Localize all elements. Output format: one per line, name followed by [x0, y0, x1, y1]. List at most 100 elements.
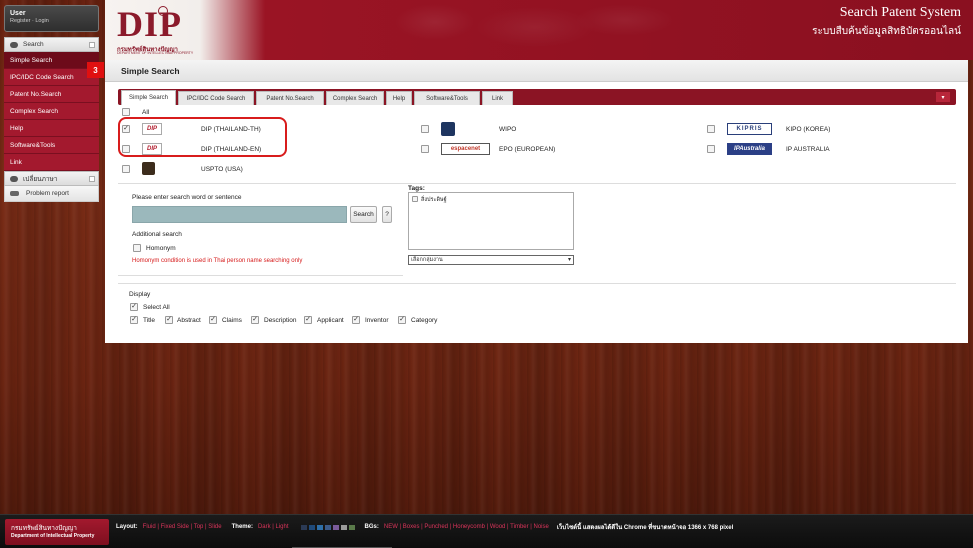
divider [118, 275, 403, 276]
tag-label: สิ่งประดิษฐ์ [421, 197, 447, 203]
sidebar-group-label: Search [23, 41, 44, 48]
search-button[interactable]: Search [350, 206, 377, 223]
color-swatch[interactable] [348, 524, 355, 530]
divider [118, 283, 956, 284]
user-name: User [10, 10, 26, 17]
description-checkbox[interactable]: ✓ [251, 316, 259, 324]
homonym-label: Homonym [146, 245, 176, 252]
tab-help[interactable]: Help [386, 91, 412, 105]
wipo-logo-icon [441, 122, 455, 136]
sidebar-item-problem-report[interactable]: Problem report [4, 186, 99, 202]
world-map-background [355, 2, 685, 58]
all-label: All [142, 109, 150, 116]
sidebar-group-search[interactable]: Search [4, 37, 99, 52]
description-label: Description [264, 317, 297, 324]
user-box: User Register · Login [4, 5, 99, 32]
dip-th-label: DIP (THAILAND-TH) [201, 126, 261, 133]
footer-logo[interactable]: กรมทรัพย์สินทางปัญญา Department of Intel… [5, 519, 109, 545]
select-all-label: Select All [143, 304, 170, 311]
sidebar-group-language[interactable]: เปลี่ยนภาษา [4, 171, 99, 186]
tag-checkbox[interactable] [412, 196, 418, 202]
ipaus-checkbox[interactable] [707, 145, 715, 153]
sidebar-item-help[interactable]: Help [4, 120, 99, 137]
divider [118, 183, 956, 184]
title-checkbox[interactable]: ✓ [130, 316, 138, 324]
sidebar: User Register · Login Search Simple Sear… [4, 5, 99, 202]
all-checkbox[interactable] [122, 108, 130, 116]
dip-logo-icon: DIP [142, 123, 162, 135]
sidebar-item-software-tools[interactable]: Software&Tools [4, 137, 99, 154]
additional-search-label: Additional search [132, 231, 182, 238]
layout-options[interactable]: Fluid | Fixed Side | Top | Slide [143, 524, 222, 530]
browser-note: เว็บไซต์นี้ แสดงผลได้ดีใน Chrome ที่ขนาด… [556, 525, 734, 531]
dip-en-label: DIP (THAILAND-EN) [201, 146, 262, 153]
abstract-checkbox[interactable]: ✓ [165, 316, 173, 324]
kipo-checkbox[interactable] [707, 125, 715, 133]
bgs-options[interactable]: NEW | Boxes | Punched | Honeycomb | Wood… [384, 524, 549, 530]
dip-logo[interactable]: DIP กรมทรัพย์สินทางปัญญา DEPARTMENT OF I… [115, 4, 215, 56]
chevron-down-icon: ▾ [567, 257, 571, 263]
tags-list[interactable]: สิ่งประดิษฐ์ [408, 192, 574, 250]
abstract-label: Abstract [177, 317, 201, 324]
color-swatch[interactable] [332, 524, 339, 530]
uspto-checkbox[interactable] [122, 165, 130, 173]
inventor-checkbox[interactable]: ✓ [352, 316, 360, 324]
sidebar-item-link[interactable]: Link [4, 154, 99, 171]
dip-en-checkbox[interactable] [122, 145, 130, 153]
color-swatch[interactable] [324, 524, 331, 530]
footer-logo-th: กรมทรัพย์สินทางปัญญา [11, 525, 77, 532]
espacenet-logo-icon: espacenet [441, 143, 490, 155]
theme-label: Theme: [231, 524, 253, 530]
sidebar-item-ipc-search[interactable]: IPC/IDC Code Search [4, 69, 99, 86]
ip-australia-logo-icon: IPAustralia [727, 143, 772, 155]
epo-label: EPO (EUROPEAN) [499, 146, 556, 153]
step-number-badge: 3 [87, 62, 104, 78]
sidebar-item-patent-no-search[interactable]: Patent No.Search [4, 86, 99, 103]
wipo-checkbox[interactable] [421, 125, 429, 133]
applicant-label: Applicant [317, 317, 344, 324]
claims-checkbox[interactable]: ✓ [209, 316, 217, 324]
tab-software-tools[interactable]: Software&Tools [414, 91, 480, 105]
collapse-icon[interactable] [89, 42, 95, 48]
tab-bar: Simple Search IPC/IDC Code Search Patent… [118, 89, 956, 105]
tab-menu-dropdown-icon[interactable]: ▾ [936, 92, 950, 102]
search-input[interactable] [132, 206, 347, 223]
inventor-label: Inventor [365, 317, 389, 324]
homonym-note: Homonym condition is used in Thai person… [132, 258, 303, 264]
tab-link[interactable]: Link [482, 91, 513, 105]
footer: กรมทรัพย์สินทางปัญญา Department of Intel… [0, 514, 973, 548]
title-label: Title [143, 317, 156, 324]
select-all-checkbox[interactable]: ✓ [130, 303, 138, 311]
tab-simple-search[interactable]: Simple Search [121, 90, 176, 105]
uspto-label: USPTO (USA) [201, 166, 243, 173]
color-swatch[interactable] [340, 524, 347, 530]
applicant-checkbox[interactable]: ✓ [304, 316, 312, 324]
collapse-icon[interactable] [89, 176, 95, 182]
tags-label: Tags: [408, 185, 425, 192]
color-swatch[interactable] [316, 524, 323, 530]
claims-label: Claims [222, 317, 242, 324]
ipaus-label: IP AUSTRALIA [786, 146, 830, 153]
footer-settings-bar: Layout: Fluid | Fixed Side | Top | Slide… [116, 522, 733, 532]
work-group-select[interactable]: เลือกกลุ่มงาน ▾ [408, 255, 574, 265]
site-header: DIP กรมทรัพย์สินทางปัญญา DEPARTMENT OF I… [105, 0, 973, 60]
help-button[interactable]: ? [382, 206, 392, 223]
sidebar-item-simple-search[interactable]: Simple Search [4, 52, 99, 69]
tab-patent-no-search[interactable]: Patent No.Search [256, 91, 324, 105]
theme-options[interactable]: Dark | Light [258, 524, 289, 530]
category-checkbox[interactable]: ✓ [398, 316, 406, 324]
color-swatch[interactable] [300, 524, 307, 530]
uspto-seal-icon [142, 162, 155, 175]
tab-ipc-search[interactable]: IPC/IDC Code Search [178, 91, 254, 105]
epo-checkbox[interactable] [421, 145, 429, 153]
sidebar-item-complex-search[interactable]: Complex Search [4, 103, 99, 120]
color-swatch[interactable] [308, 524, 315, 530]
dip-th-checkbox[interactable]: ✓ [122, 125, 130, 133]
user-links[interactable]: Register · Login [10, 18, 93, 24]
homonym-checkbox[interactable] [133, 244, 141, 252]
select-value: เลือกกลุ่มงาน [411, 257, 443, 263]
bgs-label: BGs: [364, 524, 379, 530]
footer-logo-en: Department of Intellectual Property [11, 533, 95, 539]
tab-complex-search[interactable]: Complex Search [326, 91, 384, 105]
sidebar-item-label: Problem report [26, 190, 69, 197]
